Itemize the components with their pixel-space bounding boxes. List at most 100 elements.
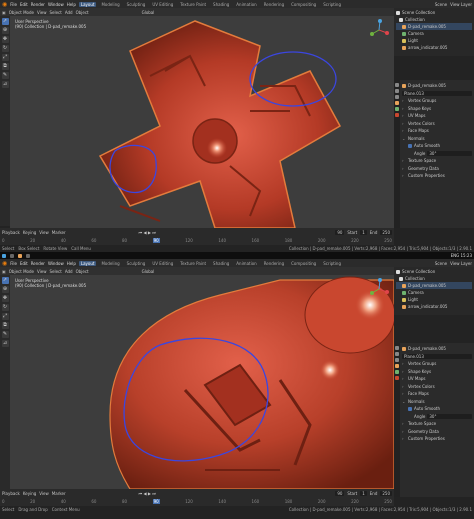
- mesh-name-field[interactable]: Plane.013: [402, 353, 472, 359]
- playhead[interactable]: 90: [152, 498, 160, 504]
- mesh-name-field[interactable]: Plane.013: [402, 90, 472, 96]
- section-custom-properties[interactable]: › Custom Properties: [402, 435, 472, 443]
- scale-tool-icon[interactable]: ⤢: [1, 313, 9, 320]
- tab-modeling[interactable]: Modeling: [99, 261, 121, 266]
- play-controls-icon[interactable]: ⏮ ◀ ▶ ⏭: [139, 230, 156, 235]
- tab-rendering[interactable]: Rendering: [262, 261, 286, 266]
- section-vertex-groups[interactable]: › Vertex Groups: [402, 360, 472, 368]
- tab-animation[interactable]: Animation: [234, 261, 258, 266]
- 3d-viewport-2[interactable]: User Perspective (90) Collection | D-pad…: [10, 275, 394, 489]
- section-normals[interactable]: ⌄ Normals: [402, 135, 472, 143]
- outliner-item-camera[interactable]: Camera: [396, 289, 472, 296]
- move-tool-icon[interactable]: ✥: [1, 36, 9, 43]
- auto-smooth-checkbox[interactable]: [408, 406, 412, 411]
- tab-compositing[interactable]: Compositing: [289, 261, 318, 266]
- tab-uv-editing[interactable]: UV Editing: [150, 261, 175, 266]
- auto-smooth-row[interactable]: Auto Smooth: [402, 405, 472, 413]
- section-uv-maps[interactable]: › UV Maps: [402, 375, 472, 383]
- current-frame-field[interactable]: 90: [335, 490, 345, 496]
- section-vertex-groups[interactable]: › Vertex Groups: [402, 97, 472, 105]
- menu-playback[interactable]: Playback: [2, 491, 20, 496]
- search-icon[interactable]: [10, 253, 14, 258]
- menu-edit[interactable]: Edit: [20, 2, 28, 7]
- windows-start-icon[interactable]: [2, 253, 6, 258]
- angle-field[interactable]: 30°: [427, 413, 472, 419]
- 3d-viewport[interactable]: User Perspective (90) Collection | D-pad…: [10, 16, 394, 228]
- explorer-icon[interactable]: [26, 253, 30, 258]
- outliner-scene-collection[interactable]: Scene Collection: [396, 268, 472, 275]
- object-tab-icon[interactable]: [395, 364, 399, 368]
- outliner-item-light[interactable]: Light: [396, 37, 472, 44]
- blender-taskbar-icon[interactable]: [18, 253, 22, 258]
- mesh-name-row[interactable]: Plane.013: [402, 90, 472, 98]
- section-vertex-colors[interactable]: › Vertex Colors: [402, 383, 472, 391]
- menu-window[interactable]: Window: [48, 261, 64, 266]
- end-frame-field[interactable]: 250: [380, 490, 392, 496]
- orientation-selector[interactable]: Global: [142, 269, 155, 274]
- start-frame-field[interactable]: 1: [360, 490, 367, 496]
- section-texture-space[interactable]: › Texture Space: [402, 420, 472, 428]
- editor-type-icon[interactable]: ▣: [2, 269, 6, 274]
- tool-tab-icon[interactable]: [395, 346, 399, 350]
- mode-selector[interactable]: Object Mode: [9, 10, 34, 15]
- tab-rendering[interactable]: Rendering: [262, 2, 286, 7]
- menu-render[interactable]: Render: [31, 2, 45, 7]
- tab-sculpting[interactable]: Sculpting: [125, 261, 148, 266]
- menu-help[interactable]: Help: [67, 261, 76, 266]
- select-tool-icon[interactable]: ➚: [1, 277, 9, 284]
- outliner-item-dpad[interactable]: D-pad_remake.005: [396, 282, 472, 289]
- output-tab-icon[interactable]: [395, 358, 399, 362]
- object-name-row[interactable]: D-pad_remake.005: [402, 345, 472, 353]
- editor-type-icon[interactable]: ▣: [2, 10, 6, 15]
- blender-logo-icon[interactable]: ◉: [2, 260, 7, 267]
- tab-layout[interactable]: Layout: [78, 1, 97, 7]
- section-uv-maps[interactable]: › UV Maps: [402, 112, 472, 120]
- menu-keying[interactable]: Keying: [23, 491, 36, 496]
- tool-tab-icon[interactable]: [395, 83, 399, 87]
- measure-tool-icon[interactable]: ⊿: [1, 340, 9, 347]
- section-geometry-data[interactable]: › Geometry Data: [402, 428, 472, 436]
- outliner-item-camera[interactable]: Camera: [396, 30, 472, 37]
- menu-help[interactable]: Help: [67, 2, 76, 7]
- navigation-gizmo[interactable]: [368, 278, 390, 300]
- blender-logo-icon[interactable]: ◉: [2, 1, 7, 8]
- mesh-data-tab-icon[interactable]: [395, 370, 399, 374]
- tab-texture-paint[interactable]: Texture Paint: [178, 2, 208, 7]
- angle-field[interactable]: 30°: [427, 150, 472, 156]
- timeline-ruler[interactable]: 0 20 40 60 80 90 120 140 160 180 200 220…: [0, 497, 394, 505]
- section-face-maps[interactable]: › Face Maps: [402, 390, 472, 398]
- menu-marker[interactable]: Marker: [52, 491, 66, 496]
- play-controls-icon[interactable]: ⏮ ◀ ▶ ⏭: [139, 491, 156, 496]
- tab-shading[interactable]: Shading: [211, 2, 231, 7]
- end-frame-field[interactable]: 250: [380, 229, 392, 235]
- tab-modeling[interactable]: Modeling: [99, 2, 121, 7]
- tab-layout[interactable]: Layout: [78, 260, 97, 266]
- tab-sculpting[interactable]: Sculpting: [125, 2, 148, 7]
- menu-render[interactable]: Render: [31, 261, 45, 266]
- scene-selector[interactable]: Scene: [435, 2, 447, 7]
- outliner-item-collection[interactable]: Collection: [396, 275, 472, 282]
- tab-scripting[interactable]: Scripting: [321, 2, 343, 7]
- outliner-item-arrow[interactable]: arrow_indicator.005: [396, 44, 472, 51]
- section-shape-keys[interactable]: › Shape Keys: [402, 105, 472, 113]
- menu-keying[interactable]: Keying: [23, 230, 36, 235]
- section-custom-properties[interactable]: › Custom Properties: [402, 172, 472, 180]
- move-tool-icon[interactable]: ✥: [1, 295, 9, 302]
- outliner-scene-collection[interactable]: Scene Collection: [396, 9, 472, 16]
- cursor-tool-icon[interactable]: ⊕: [1, 286, 9, 293]
- section-normals[interactable]: ⌄ Normals: [402, 398, 472, 406]
- menu-object[interactable]: Object: [76, 269, 89, 274]
- menu-playback[interactable]: Playback: [2, 230, 20, 235]
- orientation-selector[interactable]: Global: [142, 10, 155, 15]
- tab-shading[interactable]: Shading: [211, 261, 231, 266]
- object-name-row[interactable]: D-pad_remake.005: [402, 82, 472, 90]
- menu-view-timeline[interactable]: View: [39, 230, 49, 235]
- auto-smooth-row[interactable]: Auto Smooth: [402, 142, 472, 150]
- mesh-data-tab-icon[interactable]: [395, 107, 399, 111]
- section-face-maps[interactable]: › Face Maps: [402, 127, 472, 135]
- measure-tool-icon[interactable]: ⊿: [1, 81, 9, 88]
- menu-add[interactable]: Add: [65, 10, 73, 15]
- menu-file[interactable]: File: [10, 2, 17, 7]
- view-layer-selector[interactable]: View Layer: [450, 2, 472, 7]
- annotate-tool-icon[interactable]: ✎: [1, 331, 9, 338]
